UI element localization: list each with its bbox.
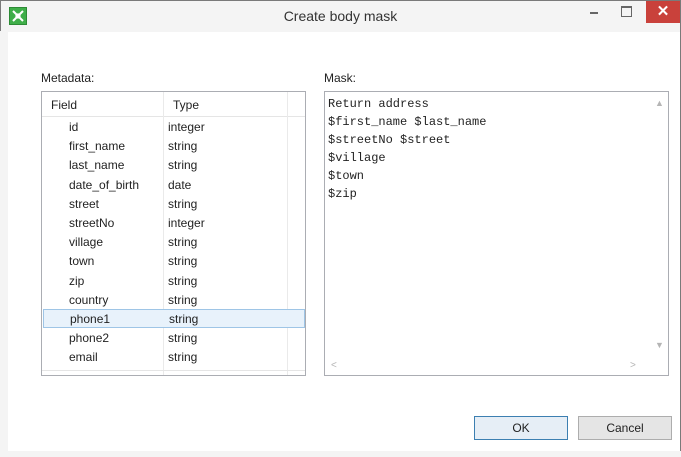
vertical-scrollbar[interactable]: ▲ ▼ [651, 92, 668, 358]
field-type: string [168, 273, 198, 288]
field-type: string [168, 235, 198, 250]
table-row[interactable]: zip string [42, 271, 305, 290]
ok-button[interactable]: OK [474, 416, 568, 440]
field-name: phone2 [69, 331, 110, 346]
title-bar[interactable]: Create body mask ✕ [1, 1, 680, 32]
mask-editor[interactable]: Return address $first_name $last_name $s… [324, 91, 669, 376]
close-icon: ✕ [656, 3, 670, 20]
field-name: last_name [69, 158, 125, 173]
column-header-field[interactable]: Field [51, 98, 77, 112]
table-row[interactable]: phone2 string [42, 328, 305, 347]
table-row[interactable]: town string [42, 251, 305, 270]
maximize-icon [621, 6, 632, 17]
field-name: streetNo [69, 216, 115, 230]
window-frame [0, 31, 8, 457]
minimize-icon [590, 12, 598, 14]
field-type: string [168, 331, 198, 346]
field-type: string [168, 292, 198, 307]
maximize-button[interactable] [612, 1, 640, 23]
field-name: country [69, 292, 109, 307]
scroll-left-icon[interactable]: < [331, 360, 337, 371]
field-type: integer [168, 120, 205, 134]
field-type: string [168, 350, 198, 365]
field-type: date [168, 177, 192, 192]
field-type: string [168, 158, 198, 173]
table-row[interactable]: first_name string [42, 136, 305, 155]
table-row[interactable]: village string [42, 232, 305, 251]
field-name: town [69, 254, 95, 269]
field-type: string [169, 312, 199, 326]
field-name: village [69, 235, 104, 250]
table-row[interactable]: date_of_birth date [42, 175, 305, 194]
table-row[interactable]: country string [42, 290, 305, 309]
close-button[interactable]: ✕ [646, 1, 680, 23]
field-name: zip [69, 273, 85, 288]
scroll-up-icon[interactable]: ▲ [655, 98, 664, 108]
cancel-button[interactable]: Cancel [578, 416, 672, 440]
table-row[interactable]: streetNo integer [42, 213, 305, 232]
field-name: phone1 [70, 312, 111, 326]
table-row[interactable]: id integer [42, 117, 305, 136]
field-name: first_name [69, 139, 126, 154]
scroll-right-icon[interactable]: > [630, 360, 636, 371]
field-name: date_of_birth [69, 177, 140, 192]
field-type: string [168, 254, 198, 269]
field-type: string [168, 196, 198, 211]
field-name: street [69, 196, 100, 211]
window-frame [8, 451, 681, 457]
window-title: Create body mask [283, 8, 398, 24]
field-type: string [168, 139, 198, 154]
metadata-label: Metadata: [41, 71, 95, 85]
field-name: id [69, 120, 79, 134]
minimize-button[interactable] [580, 1, 608, 23]
mask-label: Mask: [324, 71, 357, 85]
column-header-type[interactable]: Type [173, 98, 199, 112]
table-footer-line [42, 370, 305, 371]
metadata-table[interactable]: Field Type id integer first_name string last… [41, 91, 306, 376]
mask-text[interactable]: Return address $first_name $last_name $s… [328, 95, 486, 203]
table-row[interactable]: last_name string [42, 155, 305, 174]
table-row[interactable]: phone1 string [43, 309, 305, 328]
field-name: email [69, 350, 98, 365]
horizontal-scrollbar[interactable]: < > [325, 358, 651, 375]
scroll-down-icon[interactable]: ▼ [655, 340, 664, 350]
table-row[interactable]: email string [42, 347, 305, 366]
table-header: Field Type [42, 92, 305, 117]
table-row[interactable]: street string [42, 194, 305, 213]
field-type: integer [168, 216, 205, 230]
